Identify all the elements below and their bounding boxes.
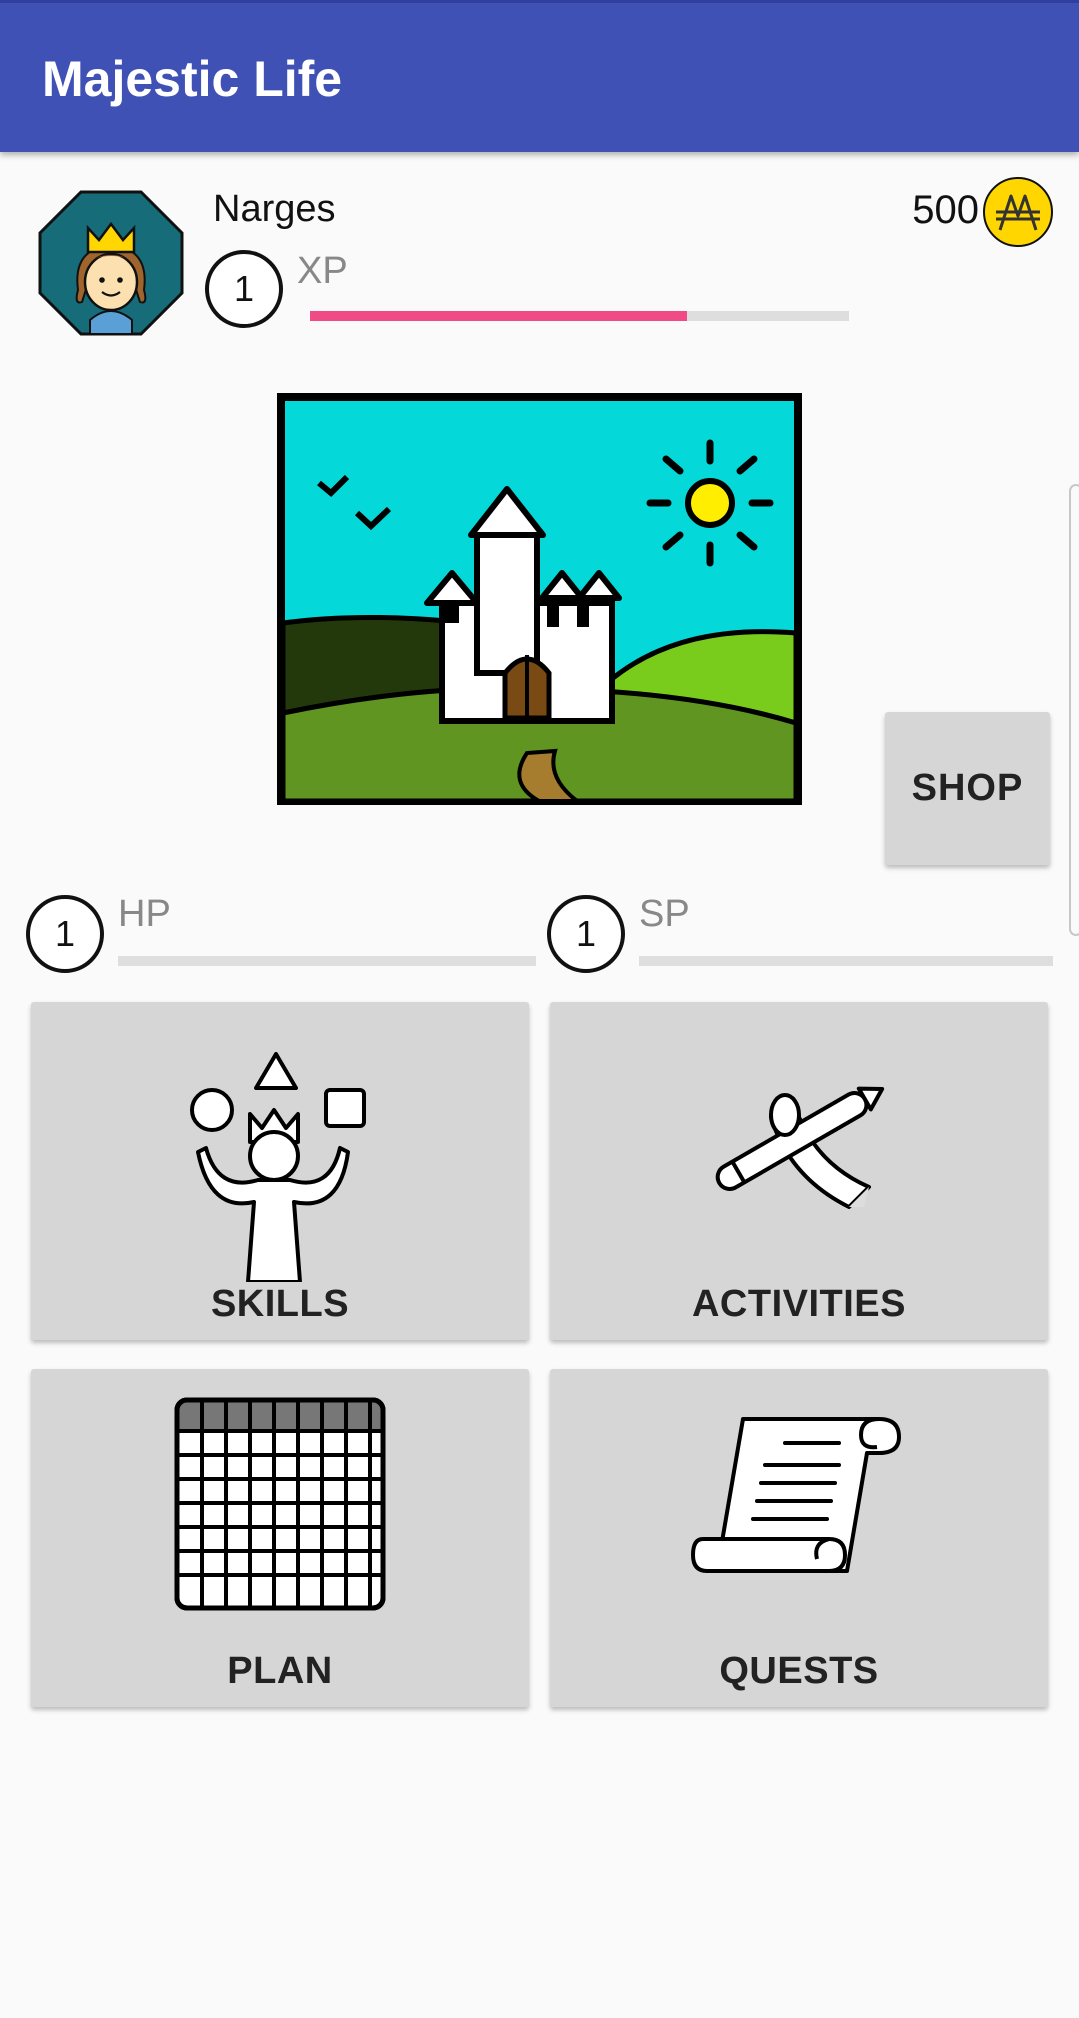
hp-progress-bar (118, 956, 536, 966)
skills-label: SKILLS (210, 1283, 350, 1325)
skills-tile[interactable]: SKILLS (31, 1002, 529, 1340)
shop-button[interactable]: SHOP (885, 712, 1050, 865)
app-bar: Majestic Life (0, 0, 1079, 152)
sp-label: SP (639, 893, 690, 935)
activities-label: ACTIVITIES (691, 1283, 907, 1325)
status-line (0, 0, 1079, 3)
user-name: Narges (213, 188, 336, 230)
side-drawer-handle[interactable] (1069, 484, 1079, 936)
xp-progress-bar (310, 311, 849, 321)
plan-label: PLAN (227, 1650, 333, 1692)
pencil-icon (715, 1086, 885, 1209)
quests-tile[interactable]: QUESTS (550, 1369, 1048, 1707)
sp-level-badge: 1 (547, 895, 625, 973)
princess-avatar-icon[interactable] (38, 190, 184, 336)
plan-tile[interactable]: PLAN (31, 1369, 529, 1707)
hp-level-badge: 1 (26, 895, 104, 973)
activities-tile[interactable]: ACTIVITIES (550, 1002, 1048, 1340)
xp-progress-fill (310, 311, 688, 321)
quests-label: QUESTS (719, 1650, 879, 1692)
xp-level-badge: 1 (205, 250, 283, 328)
coin-count: 500 (912, 188, 979, 232)
juggling-king-icon (190, 1052, 366, 1282)
hp-label: HP (118, 893, 171, 935)
app-title: Majestic Life (42, 51, 343, 107)
coin-icon (983, 177, 1053, 247)
calendar-grid-icon (174, 1397, 386, 1611)
sp-progress-bar (639, 956, 1053, 966)
scroll-icon (690, 1417, 901, 1573)
castle-landscape-image (277, 393, 802, 805)
xp-label: XP (297, 250, 348, 292)
